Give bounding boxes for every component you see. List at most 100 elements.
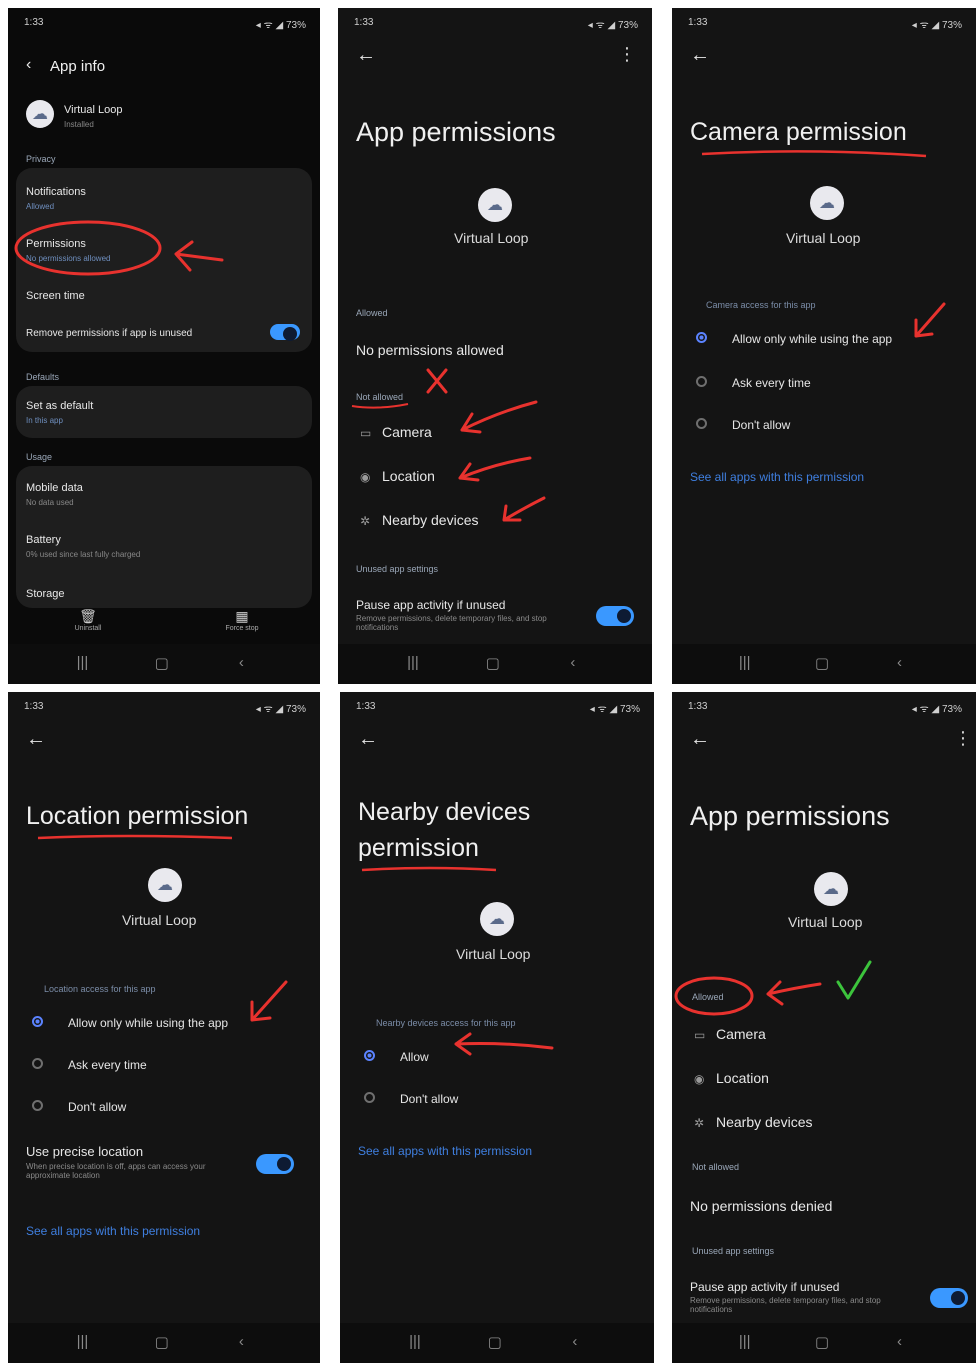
option-dont-allow[interactable]: Don't allow	[400, 1092, 458, 1106]
uninstall-button[interactable]: 🗑 Uninstall	[58, 608, 118, 632]
permission-item-nearby-devices[interactable]: ✲ Nearby devices	[360, 512, 479, 528]
status-icons: ◂ ᯤ ◢ 73%	[911, 704, 962, 715]
recent-apps-button[interactable]: |||	[77, 1333, 89, 1350]
panel-app-permissions-allowed: 1:33 ◂ ᯤ ◢ 73% ← ⋮ App permissions ☁ Vir…	[672, 692, 976, 1363]
page-title-line1: Nearby devices	[358, 798, 531, 826]
status-icons: ◂ ᯤ ◢ 73%	[911, 20, 962, 31]
permissions-sub: No permissions allowed	[26, 254, 111, 263]
radio-dont-allow[interactable]	[364, 1092, 375, 1103]
option-allow-while-using[interactable]: Allow only while using the app	[68, 1016, 228, 1030]
camera-icon: ▭	[694, 1028, 706, 1042]
back-arrow-icon[interactable]: ←	[358, 728, 378, 751]
battery-label: Battery	[26, 534, 61, 546]
app-status: Installed	[64, 120, 94, 129]
status-icons: ◂ ᯤ ◢ 73%	[255, 704, 306, 715]
storage-item[interactable]: Storage	[16, 578, 312, 608]
pause-activity-toggle[interactable]	[930, 1288, 968, 1308]
permission-item-camera[interactable]: ▭ Camera	[360, 424, 432, 440]
remove-perms-item[interactable]: Remove permissions if app is unused	[16, 318, 312, 348]
page-title: Location permission	[26, 802, 249, 830]
set-default-sub: In this app	[26, 416, 63, 425]
radio-allow-while-using[interactable]	[32, 1016, 43, 1027]
option-ask-every-time[interactable]: Ask every time	[68, 1058, 147, 1072]
remove-perms-label: Remove permissions if app is unused	[26, 328, 193, 339]
permission-item-camera[interactable]: ▭ Camera	[694, 1026, 766, 1042]
nearby-devices-label: Nearby devices	[382, 512, 479, 528]
battery-sub: 0% used since last fully charged	[26, 550, 141, 559]
more-options-icon[interactable]: ⋮	[618, 44, 636, 65]
screen-time-label: Screen time	[26, 290, 85, 302]
back-arrow-icon[interactable]: ←	[26, 728, 46, 751]
precise-location-label: Use precise location	[26, 1144, 144, 1159]
radio-dont-allow[interactable]	[696, 418, 707, 429]
see-all-apps-link[interactable]: See all apps with this permission	[690, 470, 864, 484]
permissions-label: Permissions	[26, 238, 86, 250]
notifications-item[interactable]: Notifications Allowed	[16, 176, 312, 220]
nav-back-button[interactable]: ‹	[572, 1333, 577, 1350]
permissions-item[interactable]: Permissions No permissions allowed	[16, 228, 312, 272]
recent-apps-button[interactable]: |||	[77, 654, 89, 671]
home-button[interactable]: ▢	[488, 1333, 502, 1351]
screen-time-item[interactable]: Screen time	[16, 280, 312, 310]
recent-apps-button[interactable]: |||	[407, 654, 419, 671]
nearby-devices-icon: ✲	[360, 514, 371, 528]
app-icon: ☁	[810, 186, 844, 220]
permission-item-location[interactable]: ◉ Location	[360, 468, 435, 484]
back-button[interactable]: ‹	[26, 56, 31, 74]
app-name: Virtual Loop	[786, 230, 861, 246]
precise-location-sub: When precise location is off, apps can a…	[26, 1162, 206, 1180]
permission-item-location[interactable]: ◉ Location	[694, 1070, 769, 1086]
battery-item[interactable]: Battery 0% used since last fully charged	[16, 526, 312, 568]
page-title: App info	[50, 58, 106, 75]
radio-allow-while-using[interactable]	[696, 332, 707, 343]
location-icon: ◉	[360, 470, 371, 484]
set-default-item[interactable]: Set as default In this app	[16, 386, 312, 438]
section-allowed: Allowed	[356, 308, 388, 318]
nav-back-button[interactable]: ‹	[239, 1333, 244, 1350]
app-icon: ☁	[478, 188, 512, 222]
nav-back-button[interactable]: ‹	[239, 654, 244, 671]
option-ask-every-time[interactable]: Ask every time	[732, 376, 811, 390]
recent-apps-button[interactable]: |||	[739, 654, 751, 671]
nav-back-button[interactable]: ‹	[897, 1333, 902, 1350]
pause-activity-sub: Remove permissions, delete temporary fil…	[356, 614, 547, 632]
force-stop-button[interactable]: ▦ Force stop	[212, 608, 272, 632]
status-icons: ◂ ᯤ ◢ 73%	[255, 20, 306, 31]
location-label: Location	[716, 1070, 769, 1086]
mobile-data-item[interactable]: Mobile data No data used	[16, 472, 312, 514]
panel-nearby-devices-permission: 1:33 ◂ ᯤ ◢ 73% ← Nearby devices permissi…	[340, 692, 654, 1363]
home-button[interactable]: ▢	[155, 1333, 169, 1351]
home-button[interactable]: ▢	[486, 654, 500, 672]
option-allow-while-using[interactable]: Allow only while using the app	[732, 332, 892, 346]
see-all-apps-link[interactable]: See all apps with this permission	[26, 1224, 200, 1238]
option-dont-allow[interactable]: Don't allow	[732, 418, 790, 432]
radio-allow[interactable]	[364, 1050, 375, 1061]
back-arrow-icon[interactable]: ←	[690, 44, 710, 67]
option-allow[interactable]: Allow	[400, 1050, 429, 1064]
nav-back-button[interactable]: ‹	[897, 654, 902, 671]
status-icons: ◂ ᯤ ◢ 73%	[587, 20, 638, 31]
recent-apps-button[interactable]: |||	[739, 1333, 751, 1350]
back-arrow-icon[interactable]: ←	[356, 44, 376, 67]
permission-item-nearby-devices[interactable]: ✲ Nearby devices	[694, 1114, 813, 1130]
radio-ask-every-time[interactable]	[696, 376, 707, 387]
radio-dont-allow[interactable]	[32, 1100, 43, 1111]
option-dont-allow[interactable]: Don't allow	[68, 1100, 126, 1114]
pause-activity-toggle[interactable]	[596, 606, 634, 626]
see-all-apps-link[interactable]: See all apps with this permission	[358, 1144, 532, 1158]
recent-apps-button[interactable]: |||	[409, 1333, 421, 1350]
location-access-heading: Location access for this app	[44, 984, 156, 994]
pause-activity-label: Pause app activity if unused	[690, 1280, 840, 1294]
app-name: Virtual Loop	[788, 914, 863, 930]
nav-back-button[interactable]: ‹	[570, 654, 575, 671]
home-button[interactable]: ▢	[155, 654, 169, 672]
precise-location-toggle[interactable]	[256, 1154, 294, 1174]
more-options-icon[interactable]: ⋮	[954, 728, 972, 749]
home-button[interactable]: ▢	[815, 654, 829, 672]
app-icon: ☁	[26, 100, 54, 128]
remove-perms-toggle[interactable]	[270, 324, 300, 341]
back-arrow-icon[interactable]: ←	[690, 728, 710, 751]
home-button[interactable]: ▢	[815, 1333, 829, 1351]
status-bar: 1:33 ◂ ᯤ ◢ 73%	[672, 8, 976, 34]
radio-ask-every-time[interactable]	[32, 1058, 43, 1069]
